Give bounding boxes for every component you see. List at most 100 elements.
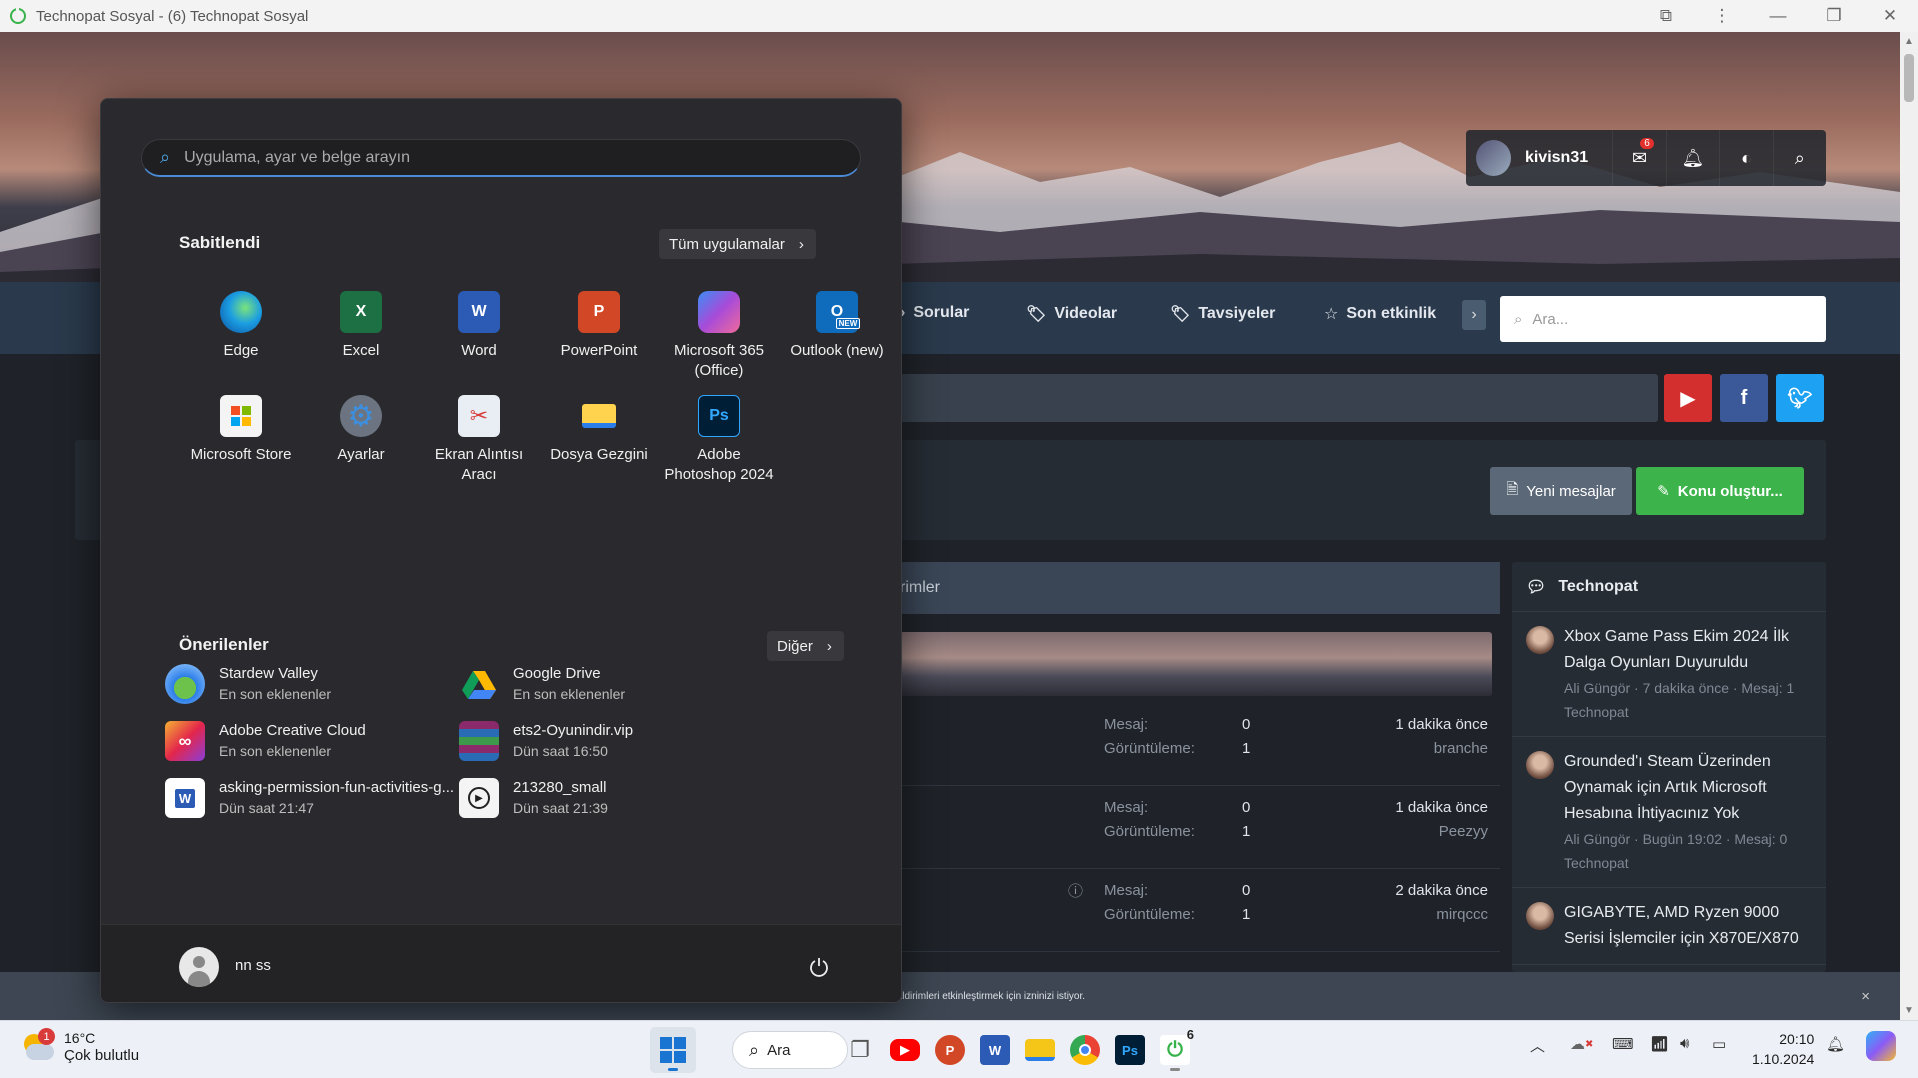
pinned-app-label: Excel [342,342,380,359]
technopat-badge: 6 [1186,1027,1194,1042]
nav-tavsiyeler[interactable]: 🏷︎ Tavsiyeler [1170,304,1275,324]
clock[interactable]: 20:10 1.10.2024 [1752,1029,1814,1069]
pinned-title: Sabitlendi [179,233,261,252]
nav-son-etkinlik[interactable]: ☆ Son etkinlik [1324,304,1436,324]
site-search-input[interactable]: ⌕ Ara... [1500,296,1826,342]
restore-button[interactable]: ❐ [1806,0,1862,32]
feed-row[interactable]: ⓘ Mesaj: 0 Görüntüleme: 1 2 dakika önce mir… [900,870,1500,952]
recommended-item-subtitle: En son eklenenler [219,743,332,759]
page-scrollbar[interactable]: ▲ ▼ [1900,32,1918,1020]
scroll-down-icon[interactable]: ▼ [1904,1005,1914,1016]
twitter-button[interactable]: 🐦︎ [1776,374,1824,422]
onedrive-icon[interactable]: ☁ ✖ [1570,1035,1593,1053]
nav-sorular[interactable]: › Sorular [900,304,969,322]
feed-row[interactable]: Mesaj: 0 Görüntüleme: 1 1 dakika önce branc… [900,704,1500,786]
keyboard-icon[interactable]: ⌨ [1612,1035,1634,1053]
snipping-tool-icon: ✂ [458,395,500,437]
photoshop-icon: Ps [1115,1035,1145,1065]
weather-widget[interactable]: 1 16°C Çok bulutlu [20,1028,139,1065]
sidebar-article[interactable]: Grounded'ı Steam Üzerinden Oynamak için … [1512,737,1826,888]
winrar-icon [459,721,499,761]
search-icon[interactable]: ⌕ [1772,130,1826,186]
username[interactable]: kivisn31 [1525,149,1612,167]
video-file-icon: ▶ [459,778,499,818]
sidebar-article[interactable]: GIGABYTE, AMD Ryzen 9000 Serisi İşlemcil… [1512,888,1826,965]
sidebar-article[interactable]: Xbox Game Pass Ekim 2024 İlk Dalga Oyunl… [1512,612,1826,737]
search-icon: ⌕ [749,1039,760,1060]
author-avatar [1526,751,1554,779]
start-search-input[interactable]: ⌕ Uygulama, ayar ve belge arayın [141,139,861,177]
pinned-app-file-explorer[interactable]: Dosya Gezgini [540,395,658,465]
inbox-icon[interactable]: ✉ 6 [1612,130,1665,186]
recommended-item-name: Stardew Valley [219,665,318,682]
minimize-button[interactable]: — [1750,0,1806,32]
taskbar-app-word[interactable]: W [972,1027,1018,1073]
new-messages-button[interactable]: 🗎 Yeni mesajlar [1490,467,1632,515]
weather-badge: 1 [38,1028,55,1045]
taskbar-app-youtube[interactable]: ▶ [882,1027,928,1073]
close-button[interactable]: ✕ [1862,0,1918,32]
bell-icon[interactable]: 🔔︎ [1665,130,1719,186]
recommended-item[interactable]: ▶ 213280_small Dün saat 21:39 [459,773,799,823]
help-icon[interactable]: ⓘ [1068,880,1083,901]
more-button[interactable]: Diğer › [767,631,844,661]
recommended-item[interactable]: Wasking-permission-fun-activities-g... Dü… [165,773,505,823]
nav-scroll-right-button[interactable]: › [1462,300,1486,330]
taskbar-app-technopat[interactable]: ⏻ 6 [1152,1027,1198,1073]
facebook-button[interactable]: f [1720,374,1768,422]
recommended-item[interactable]: ∞ Adobe Creative Cloud En son eklenenler [165,716,505,766]
taskbar-app-photoshop[interactable]: Ps [1107,1027,1153,1073]
all-apps-button[interactable]: Tüm uygulamalar › [659,229,816,259]
volume-icon[interactable]: 🔊︎ [1680,1035,1689,1052]
pinned-app-store[interactable]: Microsoft Store [182,395,300,465]
power-button[interactable] [801,949,837,985]
chrome-icon [1070,1035,1100,1065]
user-avatar-icon[interactable] [179,947,219,987]
feed-row[interactable]: Mesaj: 0 Görüntüleme: 1 1 dakika önce Peezy… [900,787,1500,869]
microsoft-365-icon [698,291,740,333]
pinned-app-photoshop[interactable]: Ps Adobe Photoshop 2024 [660,395,778,485]
nav-videolar[interactable]: 🏷︎ Videolar [1026,304,1117,324]
pinned-app-outlook[interactable]: O NEW Outlook (new) [778,291,896,361]
pinned-app-microsoft-365[interactable]: Microsoft 365 (Office) [660,291,778,381]
taskbar-search[interactable]: ⌕ Ara [732,1031,848,1069]
youtube-button[interactable]: ▶ [1664,374,1712,422]
taskbar-app-task-view[interactable]: ❐ [837,1027,883,1073]
author-avatar [1526,902,1554,930]
recommended-item[interactable]: Google Drive En son eklenenler [459,659,799,709]
user-name[interactable]: nn ss [235,957,271,974]
wifi-icon[interactable]: 📶︎ [1650,1035,1669,1053]
windows-icon [660,1037,686,1063]
close-icon[interactable]: × [1861,988,1870,1005]
pinned-app-excel[interactable]: X Excel [302,291,420,361]
copilot-icon[interactable] [1866,1031,1896,1061]
taskbar-app-powerpoint[interactable]: P [927,1027,973,1073]
pinned-app-snipping-tool[interactable]: ✂ Ekran Alıntısı Aracı [420,395,538,485]
stardew-valley-icon [165,664,205,704]
theme-toggle-icon[interactable]: ◐ [1719,130,1772,186]
taskbar-app-chrome[interactable] [1062,1027,1108,1073]
recommended-item[interactable]: ets2-Oyunindir.vip Dün saat 16:50 [459,716,799,766]
user-avatar[interactable] [1476,140,1511,176]
technopat-icon: ⏻ [1160,1035,1190,1065]
pinned-app-word[interactable]: W Word [420,291,538,361]
file-explorer-icon [578,395,620,437]
pinned-app-edge[interactable]: Edge [182,291,300,361]
document-icon: 🗎 [1506,480,1519,498]
scrollbar-thumb[interactable] [1904,54,1914,102]
pinned-app-label: Ekran Alıntısı Aracı [434,446,524,483]
notifications-icon[interactable]: 🔔︎ [1826,1035,1845,1053]
search-icon: ⌕ [160,147,171,167]
battery-icon[interactable]: ▭ [1712,1035,1726,1053]
photoshop-icon: Ps [698,395,740,437]
create-topic-button[interactable]: ✎ Konu oluştur... [1636,467,1804,515]
show-hidden-icons[interactable]: ︿ [1530,1035,1545,1056]
taskbar-app-file-explorer[interactable] [1017,1027,1063,1073]
extensions-icon[interactable]: ⧉ [1638,0,1694,32]
pinned-app-powerpoint[interactable]: P PowerPoint [540,291,658,361]
start-button[interactable] [650,1027,696,1073]
recommended-item[interactable]: Stardew Valley En son eklenenler [165,659,505,709]
browser-menu-icon[interactable]: ⋮ [1694,0,1750,32]
scroll-up-icon[interactable]: ▲ [1904,36,1914,47]
pinned-app-settings-gear[interactable]: ⚙ Ayarlar [302,395,420,465]
